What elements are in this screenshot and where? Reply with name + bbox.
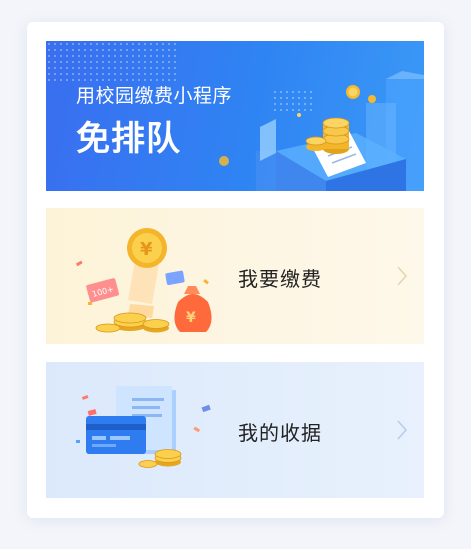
pay-label: 我要缴费 xyxy=(238,267,322,291)
receipt-label: 我的收据 xyxy=(238,421,322,445)
coin-symbol: ¥ xyxy=(140,239,153,260)
banner-title: 免排队 xyxy=(76,119,181,159)
banner-dot-pattern xyxy=(46,41,176,83)
pay-menu-item[interactable]: 100+ ¥ ¥ 我要缴费 xyxy=(46,208,424,344)
promo-banner[interactable]: 用校园缴费小程序 免排队 xyxy=(46,41,424,191)
coin-hand-money-bag-illustration: 100+ ¥ ¥ xyxy=(75,228,212,333)
chevron-right-icon xyxy=(397,420,408,440)
receipt-card-coins-illustration xyxy=(76,386,211,468)
bag-symbol: ¥ xyxy=(186,310,196,326)
banner-illustration xyxy=(219,71,424,191)
receipt-menu-item[interactable]: 我的收据 xyxy=(46,362,424,498)
chevron-right-icon xyxy=(397,266,408,286)
